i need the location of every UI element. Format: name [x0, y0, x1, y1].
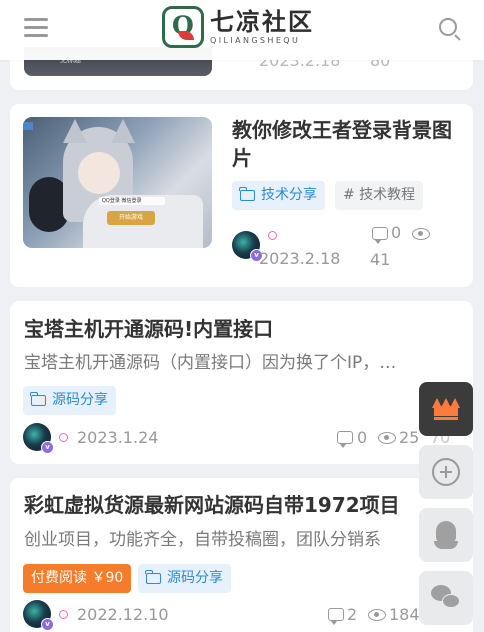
- level-dot: [268, 231, 277, 240]
- search-icon[interactable]: [438, 17, 462, 41]
- author-avatar[interactable]: v: [23, 423, 54, 454]
- logo-mark: Q: [162, 6, 204, 48]
- eye-icon: [412, 228, 430, 240]
- add-circle-icon: [432, 458, 460, 486]
- tag-label: 付费阅读 ￥90: [31, 570, 124, 586]
- post-title[interactable]: 彩虹虚拟货源最新网站源码自带1972项目: [24, 491, 400, 519]
- verified-badge: v: [41, 618, 54, 631]
- tag-category[interactable]: 源码分享: [138, 564, 231, 593]
- view-count: 41: [370, 250, 391, 269]
- verified-badge: v: [41, 441, 54, 454]
- level-dot: [59, 610, 68, 619]
- eye-icon: [368, 609, 386, 621]
- post-thumbnail[interactable]: QQ登录 微信登录 开始游戏: [23, 117, 212, 248]
- crown-icon: [432, 398, 460, 420]
- wechat-button[interactable]: [419, 571, 473, 625]
- site-logo[interactable]: Q 七凉社区 QILIANGSHEQU: [162, 5, 314, 49]
- level-dot: [59, 433, 68, 442]
- post-description: 宝塔主机开通源码（内置接口）因为换了个IP，…: [24, 353, 397, 373]
- folder-icon: [239, 187, 255, 201]
- comment-count: 2: [347, 605, 358, 624]
- post-card[interactable]: 彩虹虚拟货源最新网站源码自带1972项目 创业项目，功能齐全，自带投稿圈，团队分…: [10, 478, 473, 632]
- folder-icon: [145, 570, 161, 584]
- wechat-icon: [431, 585, 461, 611]
- view-count: 184: [389, 605, 420, 624]
- comment-icon: [372, 227, 388, 244]
- post-description: 创业项目，功能齐全，自带投稿圈，团队分销系: [24, 530, 381, 550]
- tag-label: 技术分享: [261, 187, 317, 203]
- post-card[interactable]: QQ登录 微信登录 开始游戏 教你修改王者登录背景图 片 技术分享 # 技术教程…: [10, 104, 473, 287]
- logo-title: 七凉社区: [210, 7, 314, 36]
- post-date: 2022.12.10: [77, 605, 169, 624]
- vip-button[interactable]: [419, 382, 473, 436]
- tag-label: # 技术教程: [343, 187, 416, 203]
- post-title[interactable]: 教你修改王者登录背景图 片: [232, 116, 464, 172]
- paid-read-badge[interactable]: 付费阅读 ￥90: [23, 564, 132, 593]
- comment-icon: [337, 431, 353, 448]
- logo-subtitle: QILIANGSHEQU: [210, 36, 301, 45]
- comment-icon: [328, 608, 344, 625]
- tag-label: 源码分享: [167, 570, 223, 586]
- tag-category[interactable]: 技术分享: [232, 181, 325, 210]
- post-date: 2023.1.24: [77, 428, 159, 447]
- folder-icon: [30, 392, 46, 406]
- qq-icon: [434, 521, 458, 549]
- top-header: Q 七凉社区 QILIANGSHEQU: [0, 0, 484, 60]
- tag-label: 源码分享: [52, 392, 108, 408]
- comment-count: 0: [357, 428, 368, 447]
- post-date: 2023.2.18: [259, 249, 341, 268]
- thumbnail-button-text: 开始游戏: [107, 211, 155, 225]
- view-count: 25: [399, 428, 420, 447]
- post-title-line: 教你修改王者登录背景图: [232, 118, 452, 142]
- tag-category[interactable]: 源码分享: [23, 386, 116, 415]
- post-title-line: 片: [232, 146, 252, 170]
- author-avatar[interactable]: v: [232, 231, 263, 262]
- eye-icon: [378, 432, 396, 444]
- thumbnail-bar-text: QQ登录 微信登录: [99, 197, 165, 205]
- author-avatar[interactable]: v: [23, 600, 54, 631]
- menu-icon[interactable]: [22, 15, 50, 39]
- post-card[interactable]: 宝塔主机开通源码!内置接口 宝塔主机开通源码（内置接口）因为换了个IP，… 源码…: [10, 301, 473, 464]
- add-post-button[interactable]: [419, 445, 473, 499]
- comment-count: 0: [391, 223, 402, 242]
- post-title[interactable]: 宝塔主机开通源码!内置接口: [24, 315, 273, 343]
- qq-button[interactable]: [419, 508, 473, 562]
- tag-topic[interactable]: # 技术教程: [335, 181, 424, 210]
